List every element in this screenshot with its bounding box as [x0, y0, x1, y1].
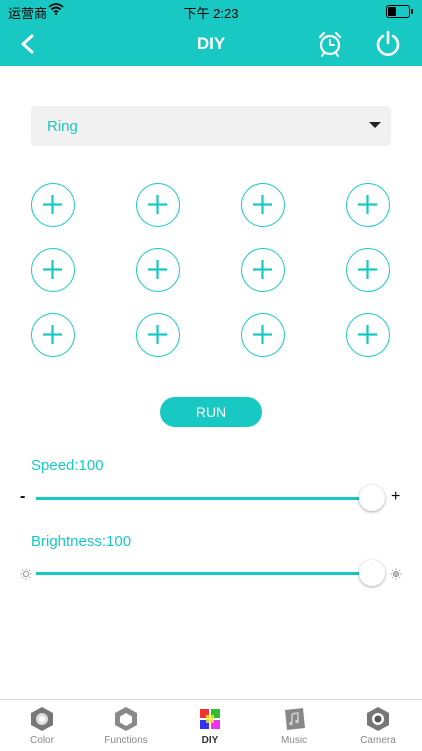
functions-icon — [113, 706, 139, 732]
plus-icon — [148, 325, 167, 344]
tab-color[interactable]: Color — [0, 704, 84, 750]
caret-down-icon — [369, 122, 381, 128]
run-button[interactable]: RUN — [160, 397, 262, 427]
plus-icon — [253, 260, 272, 279]
brightness-slider-track[interactable] — [36, 572, 372, 575]
speed-slider-track[interactable] — [36, 497, 372, 500]
add-color-button[interactable] — [241, 248, 285, 292]
plus-icon — [358, 195, 377, 214]
speed-min-label: - — [20, 488, 26, 505]
add-color-button[interactable] — [346, 248, 390, 292]
page-title: DIY — [196, 34, 226, 53]
music-icon — [281, 706, 307, 732]
tab-label: Color — [30, 735, 54, 746]
brightness-label: Brightness:100 — [31, 533, 132, 550]
tab-music[interactable]: Music — [252, 704, 336, 750]
mode-select[interactable]: Ring — [31, 106, 391, 146]
add-color-button[interactable] — [31, 248, 75, 292]
tab-bar: Color Functions DIY Music Camera — [0, 699, 422, 751]
plus-icon — [253, 325, 272, 344]
speed-label: Speed:100 — [31, 457, 104, 474]
status-time: 下午 2:23 — [183, 6, 239, 21]
plus-icon — [148, 260, 167, 279]
tab-label: Functions — [104, 735, 148, 746]
add-color-button[interactable] — [136, 313, 180, 357]
tab-functions[interactable]: Functions — [84, 704, 168, 750]
add-color-button[interactable] — [31, 183, 75, 227]
camera-icon — [365, 706, 391, 732]
plus-icon — [358, 260, 377, 279]
plus-icon — [43, 260, 62, 279]
add-color-button[interactable] — [346, 313, 390, 357]
speed-slider-thumb[interactable] — [359, 485, 385, 511]
plus-icon — [43, 325, 62, 344]
tab-camera[interactable]: Camera — [336, 704, 420, 750]
color-icon — [29, 706, 55, 732]
add-color-button[interactable] — [346, 183, 390, 227]
brightness-high-icon — [390, 567, 402, 585]
plus-icon — [358, 325, 377, 344]
status-bar: 运营商 下午 2:23 — [0, 0, 422, 22]
add-color-button[interactable] — [241, 313, 285, 357]
plus-icon — [148, 195, 167, 214]
tab-label: DIY — [201, 735, 219, 746]
tab-diy[interactable]: DIY — [168, 704, 252, 750]
add-color-button[interactable] — [31, 313, 75, 357]
alarm-clock-icon[interactable] — [316, 30, 344, 58]
plus-icon — [43, 195, 62, 214]
tab-label: Camera — [360, 735, 396, 746]
add-color-button[interactable] — [241, 183, 285, 227]
battery-icon — [386, 5, 413, 18]
power-icon[interactable] — [374, 29, 402, 57]
mode-select-value: Ring — [47, 118, 78, 135]
tab-label: Music — [280, 735, 308, 746]
brightness-slider-thumb[interactable] — [359, 560, 385, 586]
diy-icon — [197, 706, 223, 732]
add-color-button[interactable] — [136, 248, 180, 292]
add-color-button[interactable] — [136, 183, 180, 227]
speed-max-label: + — [391, 488, 401, 505]
plus-icon — [253, 195, 272, 214]
nav-bar: DIY — [0, 22, 422, 66]
brightness-low-icon — [20, 567, 32, 585]
